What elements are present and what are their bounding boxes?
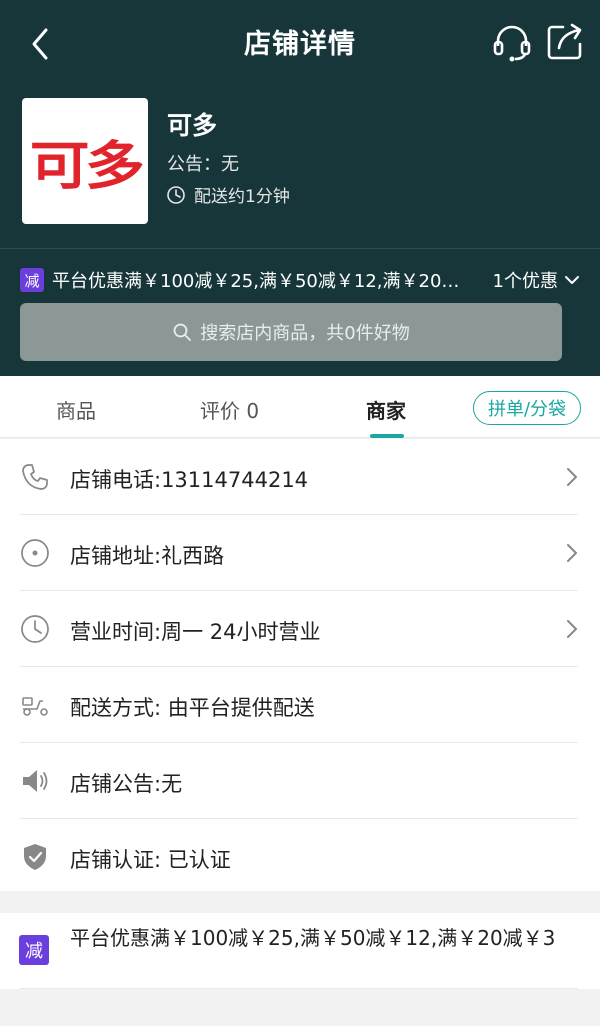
shop-logo-text: 可多 (29, 135, 145, 197)
info-address[interactable]: 店铺地址:礼西路 (0, 515, 600, 591)
chevron-right-icon (567, 544, 577, 562)
tab-products[interactable]: 商品 (56, 395, 96, 424)
promo-summary: 平台优惠满￥100减￥25,满￥50减￥12,满￥20减￥3 (52, 271, 467, 292)
speaker-icon (23, 770, 48, 792)
discount-badge: 减 (19, 935, 49, 965)
tab-reviews[interactable]: 评价 0 (200, 395, 259, 424)
group-order-button[interactable]: 拼单/分袋 (473, 391, 581, 425)
info-delivery: 配送方式: 由平台提供配送 (0, 667, 600, 743)
navbar: 店铺详情 (0, 0, 600, 86)
promo-count-label: 1个优惠 (492, 271, 558, 292)
info-certification: 店铺认证: 已认证 (0, 819, 600, 895)
search-icon (173, 323, 192, 341)
chevron-right-icon (567, 620, 577, 638)
location-icon (21, 539, 49, 567)
certification-text: 店铺认证: 已认证 (70, 848, 231, 872)
announcement-text: 店铺公告:无 (70, 772, 183, 796)
share-icon (547, 23, 582, 60)
merchant-info-list: 店铺电话:13114744214 店铺地址:礼西路 营业时间:周一 24小时营业 (0, 439, 600, 891)
promo-count-button[interactable]: 1个优惠 (493, 267, 580, 293)
phone-icon (22, 464, 48, 490)
shop-name: 可多 (167, 111, 218, 140)
delivery-method-text: 配送方式: 由平台提供配送 (70, 696, 315, 720)
hours-text: 营业时间:周一 24小时营业 (70, 620, 321, 644)
phone-text: 店铺电话:13114744214 (70, 468, 309, 492)
address-text: 店铺地址:礼西路 (70, 544, 225, 568)
info-hours[interactable]: 营业时间:周一 24小时营业 (0, 591, 600, 667)
clock-icon (21, 615, 49, 643)
header-divider (0, 248, 600, 249)
promo-row[interactable]: 减 平台优惠满￥100减￥25,满￥50减￥12,满￥20减￥3 1个优惠 (20, 265, 580, 295)
info-phone[interactable]: 店铺电话:13114744214 (0, 439, 600, 515)
shield-check-icon (24, 844, 46, 870)
shop-delivery-time: 配送约1分钟 (166, 182, 290, 207)
tab-merchant[interactable]: 商家 (366, 395, 406, 424)
shop-logo: 可多 (22, 98, 148, 224)
customer-service-button[interactable] (490, 20, 534, 64)
chevron-right-icon (567, 468, 577, 486)
discount-badge: 减 (20, 268, 44, 292)
active-tab-indicator (370, 434, 404, 438)
scooter-icon (22, 697, 48, 716)
shop-notice: 公告：无 (167, 154, 239, 175)
clock-icon (167, 185, 185, 204)
promo-detail-card: 减 平台优惠满￥100减￥25,满￥50减￥12,满￥20减￥3 (0, 913, 600, 989)
search-input[interactable]: 搜索店内商品，共0件好物 (20, 303, 562, 361)
info-announcement: 店铺公告:无 (0, 743, 600, 819)
promo-detail-text: 平台优惠满￥100减￥25,满￥50减￥12,满￥20减￥3 (70, 926, 556, 950)
row-divider (20, 988, 578, 989)
headset-icon (493, 25, 531, 62)
chevron-down-icon (565, 276, 579, 284)
search-placeholder: 搜索店内商品，共0件好物 (200, 323, 410, 344)
shop-header: 店铺详情 可多 可多 公告：无 配送约1分钟 减 平台优惠满￥100减￥25,满… (0, 0, 600, 376)
share-button[interactable] (543, 20, 587, 64)
delivery-time-text: 配送约1分钟 (194, 187, 290, 207)
